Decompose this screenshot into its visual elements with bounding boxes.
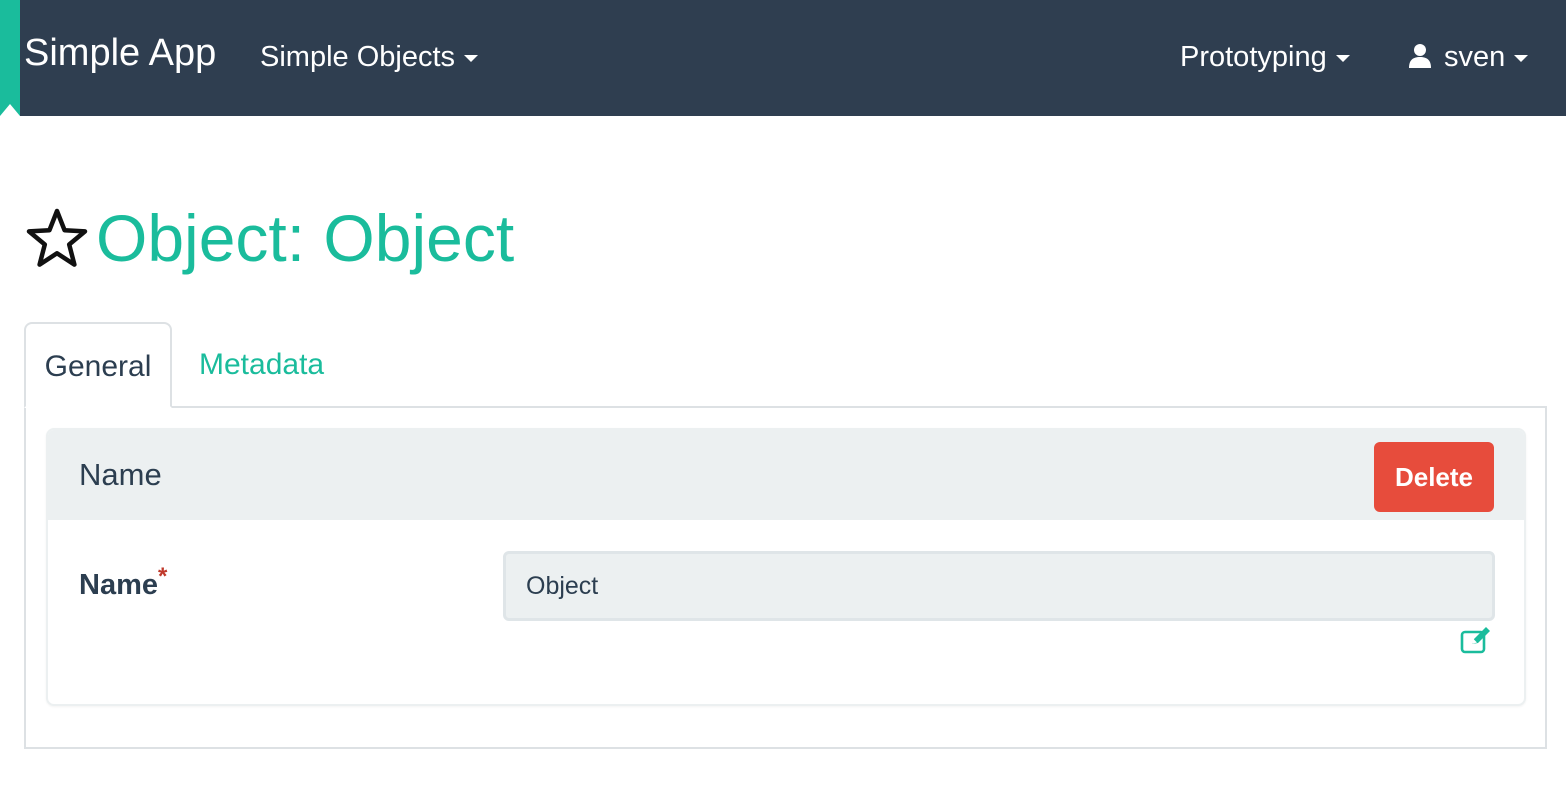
- page-header: Object: Object: [24, 198, 514, 278]
- caret-down-icon: [464, 54, 479, 62]
- page-title: Object: Object: [96, 201, 515, 275]
- menu-prototyping-label: Prototyping: [1180, 41, 1327, 73]
- name-field-label-text: Name: [79, 569, 158, 601]
- menu-simple-objects-label: Simple Objects: [260, 41, 456, 73]
- menu-user-label: sven: [1444, 41, 1506, 73]
- top-navbar: Simple App Simple Objects Prototyping sv…: [0, 0, 1566, 116]
- name-field-label: Name*: [79, 558, 167, 604]
- menu-simple-objects[interactable]: Simple Objects: [260, 38, 479, 76]
- navbar-accent-bar: [0, 0, 20, 116]
- name-field[interactable]: [503, 551, 1495, 621]
- star-outline-icon[interactable]: [24, 205, 90, 271]
- navbar-accent-notch: [0, 104, 20, 116]
- panel-heading: Name Delete: [48, 430, 1524, 520]
- panel-title: Name: [79, 457, 162, 492]
- tab-metadata[interactable]: Metadata: [199, 322, 324, 408]
- user-icon: [1409, 44, 1431, 68]
- caret-down-icon: [1335, 54, 1350, 62]
- menu-user[interactable]: sven: [1408, 38, 1529, 76]
- name-panel: Name Delete Name*: [46, 428, 1526, 706]
- caret-down-icon: [1514, 54, 1529, 62]
- delete-button[interactable]: Delete: [1374, 442, 1494, 512]
- app-brand-link[interactable]: Simple App: [24, 30, 216, 76]
- menu-prototyping[interactable]: Prototyping: [1180, 38, 1350, 76]
- required-marker: *: [158, 563, 168, 590]
- tab-general[interactable]: General: [24, 322, 172, 408]
- edit-icon[interactable]: [1460, 626, 1492, 654]
